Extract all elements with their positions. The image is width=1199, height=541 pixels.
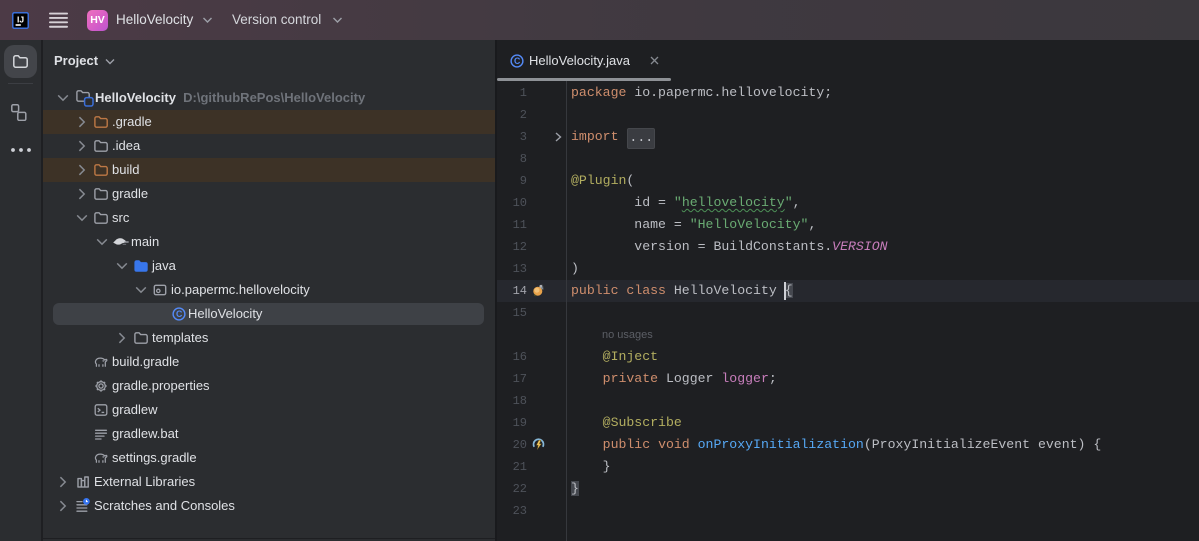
svg-text:C: C bbox=[514, 56, 521, 66]
svg-text:IJ: IJ bbox=[17, 15, 24, 25]
svg-text:C: C bbox=[176, 309, 183, 319]
